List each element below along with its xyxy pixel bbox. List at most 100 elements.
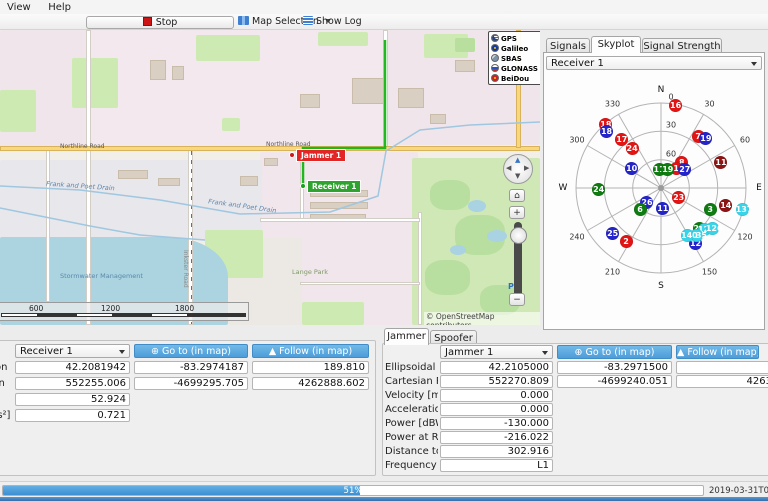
value-field[interactable]: 0.000 [440, 403, 553, 416]
value-field[interactable]: -4699240.051 [557, 375, 672, 388]
satellite-sbas-126[interactable]: 126 [705, 221, 723, 235]
map-zoom-out-button[interactable]: − [509, 293, 525, 306]
map-zoom-slider-handle[interactable] [510, 227, 527, 244]
map-shape [450, 245, 466, 255]
pan-left-icon[interactable]: ◀ [506, 165, 511, 172]
receiver-goto-button[interactable]: ⊕ Go to (in map) [134, 344, 248, 358]
chevron-down-icon [542, 351, 548, 355]
satellite-glonass-14[interactable]: 14 [719, 198, 733, 212]
value-field[interactable]: 552255.006 [15, 377, 130, 390]
row-label-acceleration-m-s-: Acceleration [m/s²] [0, 410, 11, 421]
value-field[interactable]: 4262888.602 [252, 377, 369, 390]
legend-label: GLONASS [501, 65, 538, 73]
map-shape [72, 58, 118, 108]
value-field[interactable]: 4263 [676, 375, 768, 388]
jammer-marker-dot[interactable] [289, 152, 295, 158]
map-shape [300, 94, 320, 108]
satellite-gps-24[interactable]: 24 [625, 141, 639, 155]
azimuth-label: 120 [737, 232, 753, 241]
row-label-velocity-m-s-: Velocity [m/s] [0, 394, 13, 406]
pan-right-icon[interactable]: ▶ [524, 165, 529, 172]
value-field[interactable]: 552270.809 [440, 375, 553, 388]
stop-button[interactable]: Stop [86, 15, 234, 29]
tab-skyplot[interactable]: Skyplot [591, 36, 641, 53]
receiver-follow-button[interactable]: ▲ Follow (in map) [252, 344, 369, 358]
satellite-beidou-19[interactable]: 19 [661, 162, 675, 176]
satellite-beidou-3[interactable]: 3 [703, 203, 717, 217]
satellite-gps-23[interactable]: 23 [672, 190, 686, 204]
scale-label: 1200 [101, 304, 121, 313]
simulation-timestamp: 2019-03-31T00:01:0 [709, 486, 768, 496]
row-label-power-at-rx-dbw-: Power at Rx [dBW] [385, 432, 438, 443]
gps-flag-icon [491, 34, 499, 42]
chevron-down-icon [751, 62, 757, 66]
map-shape [158, 178, 180, 186]
map-shape [118, 170, 148, 179]
row-label-distance-to-rx-m-: Distance to Rx [m] [385, 446, 438, 457]
value-field[interactable]: 0.000 [440, 389, 553, 402]
map-shape [222, 118, 240, 131]
value-field[interactable]: 42.2105000 [440, 361, 553, 374]
value-field[interactable]: -216.022 [440, 431, 553, 444]
progress-label: 51% [343, 486, 363, 496]
receiver-select[interactable]: Receiver 1 [15, 344, 130, 358]
map-shape [318, 32, 368, 46]
receiver-marker-dot[interactable] [300, 183, 306, 189]
street-label: Inkster Road [182, 250, 189, 288]
satellite-galileo-19[interactable]: 19 [699, 131, 713, 145]
value-field[interactable]: 0.721 [15, 409, 130, 422]
receiver-marker-label[interactable]: Receiver 1 [307, 180, 362, 193]
parking-icon: P [508, 282, 514, 291]
value-field[interactable] [676, 361, 768, 374]
show-log-button[interactable]: Show Log [303, 15, 362, 28]
azimuth-label: 300 [569, 135, 585, 144]
pan-down-icon[interactable]: ▼ [515, 173, 520, 180]
map-shape [398, 88, 424, 108]
value-field[interactable]: L1 [440, 459, 553, 472]
value-field[interactable]: 189.810 [252, 361, 369, 374]
value-field[interactable]: -130.000 [440, 417, 553, 430]
water-label: Stormwater Management [60, 272, 143, 280]
satellite-sbas-137[interactable]: 137 [735, 203, 752, 217]
value-field[interactable]: -83.2974187 [134, 361, 248, 374]
value-field[interactable]: 42.2081942 [15, 361, 130, 374]
map-home-button[interactable]: ⌂ [509, 189, 525, 202]
map-shape [300, 282, 420, 285]
value-field[interactable]: 52.924 [15, 393, 130, 406]
map-shape [430, 180, 470, 210]
menu-help[interactable]: Help [41, 1, 78, 13]
map-shape [455, 38, 475, 52]
tab-signals[interactable]: Signals [546, 38, 590, 53]
map-shape [302, 302, 364, 325]
skyplot-chart: NESW306012015021024030033003060161817247… [543, 72, 768, 325]
tab-signal-strength[interactable]: Signal Strength [642, 38, 722, 53]
tab-jammer[interactable]: Jammer [384, 328, 429, 345]
skyplot-receiver-select[interactable]: Receiver 1 [546, 56, 762, 70]
map-shape [264, 158, 278, 166]
jammer-follow-button[interactable]: ▲ Follow (in map) [676, 345, 759, 359]
map-attribution: © OpenStreetMap contributors [424, 312, 540, 325]
satellite-gps-2[interactable]: 2 [619, 235, 633, 249]
map-shape [188, 150, 193, 325]
street-label: Northline Road [60, 143, 105, 150]
map-canvas[interactable]: Northline Road Northline Road Frank and … [0, 30, 540, 325]
value-field[interactable]: -83.2971500 [557, 361, 672, 374]
satellite-galileo-25[interactable]: 25 [606, 226, 620, 240]
satellite-beidou-6[interactable]: 6 [633, 203, 647, 217]
menu-view[interactable]: View [0, 1, 38, 13]
value-field[interactable]: 302.916 [440, 445, 553, 458]
jammer-select[interactable]: Jammer 1 [440, 345, 553, 359]
azimuth-label: 240 [569, 232, 585, 241]
row-label-ellipsoidal-position: Ellipsoidal Position [0, 362, 8, 373]
satellite-beidou-24[interactable]: 24 [592, 182, 606, 196]
jammer-marker-label[interactable]: Jammer 1 [296, 149, 347, 162]
value-field[interactable]: -4699295.705 [134, 377, 248, 390]
map-shape [46, 150, 50, 302]
jammer-goto-button[interactable]: ⊕ Go to (in map) [557, 345, 672, 359]
map-shape [468, 200, 486, 212]
map-pan-control[interactable]: ▲ ◀ ▶ ▼ [503, 154, 533, 184]
pan-up-icon[interactable]: ▲ [515, 157, 520, 164]
satellite-galileo-27[interactable]: 27 [678, 162, 692, 176]
map-zoom-in-button[interactable]: + [509, 206, 525, 219]
satellite-gps-16[interactable]: 16 [669, 98, 683, 112]
